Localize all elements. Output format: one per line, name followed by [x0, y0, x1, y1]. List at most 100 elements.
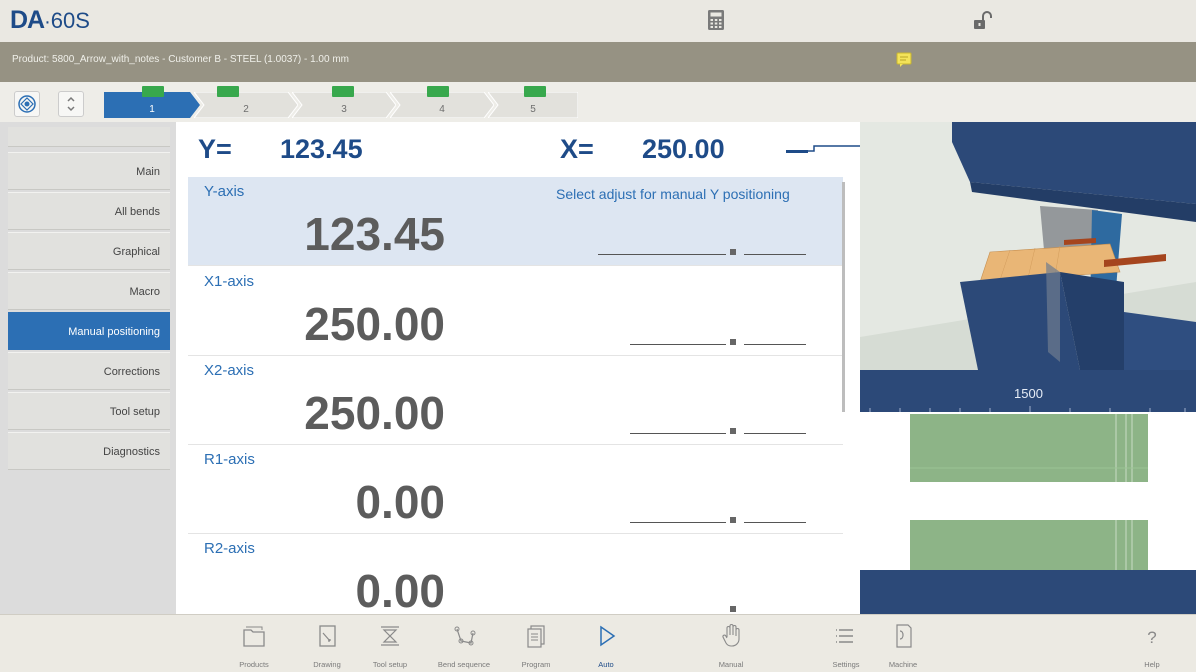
tool-setup-icon: [381, 626, 399, 646]
axis-value: 250.00: [304, 298, 445, 350]
unlock-icon[interactable]: [972, 10, 992, 32]
app-logo: DA·60S: [10, 6, 90, 35]
calculator-icon[interactable]: [707, 9, 725, 31]
svg-text:?: ?: [1147, 628, 1156, 647]
axis-label: X2-axis: [204, 362, 255, 379]
x-readout-label: X=: [560, 134, 594, 164]
sidebar-item-diagnostics[interactable]: Diagnostics: [8, 432, 170, 470]
axis-value: 0.00: [355, 476, 445, 528]
bend-ok-icon: [332, 86, 354, 97]
hand-icon: [722, 624, 740, 647]
sidebar-header: [8, 127, 170, 147]
nav-machine[interactable]: Machine: [875, 621, 931, 671]
machine-top-view[interactable]: 1500: [860, 370, 1196, 614]
nav-manual[interactable]: Manual: [703, 621, 759, 671]
axis-label: Y-axis: [204, 183, 245, 200]
nav-settings[interactable]: Settings: [818, 621, 874, 671]
product-bar: Product: 5800_Arrow_with_notes - Custome…: [0, 42, 1196, 82]
nav-label: Program: [521, 660, 551, 669]
machine-3d-view[interactable]: [860, 122, 1196, 370]
list-icon: [836, 629, 853, 643]
sidebar-item-tool-setup[interactable]: Tool setup: [8, 392, 170, 430]
nav-label: Tool setup: [372, 660, 408, 669]
machine-icon: [896, 624, 912, 648]
nav-tool-setup[interactable]: Tool setup: [362, 621, 418, 671]
axis-label: R2-axis: [204, 540, 255, 557]
nav-label: Products: [239, 660, 269, 669]
nav-label: Machine: [888, 660, 918, 669]
y-position-input[interactable]: [598, 229, 808, 263]
step-label: 4: [439, 104, 445, 115]
nav-auto[interactable]: Auto: [578, 621, 634, 671]
press-brake-3d-render: [860, 122, 1196, 370]
bend-ok-icon: [524, 86, 546, 97]
bend-step-4[interactable]: 4: [390, 86, 494, 118]
axis-label: X1-axis: [204, 273, 255, 290]
axis-value: 123.45: [304, 208, 445, 260]
y-readout-value: 123.45: [280, 134, 363, 164]
bend-step-1[interactable]: 1: [104, 86, 200, 118]
axis-label: R1-axis: [204, 451, 255, 468]
nav-program[interactable]: Program: [508, 621, 564, 671]
folder-icon: [243, 626, 265, 647]
r1-position-input[interactable]: [630, 497, 810, 531]
sidebar-item-graphical[interactable]: Graphical: [8, 232, 170, 270]
y-readout-label: Y=: [198, 134, 232, 164]
sidebar-item-macro[interactable]: Macro: [8, 272, 170, 310]
product-view-button[interactable]: [14, 91, 40, 117]
ruler-value: 1500: [1014, 386, 1043, 401]
bend-ok-icon: [217, 86, 239, 97]
bend-step-5[interactable]: 5: [488, 86, 578, 118]
bend-ok-icon: [142, 86, 164, 97]
nav-label: Drawing: [313, 660, 341, 669]
r2-position-input[interactable]: [630, 586, 810, 614]
step-label: 2: [243, 104, 249, 115]
note-icon[interactable]: [896, 52, 912, 68]
nav-drawing[interactable]: Drawing: [299, 621, 355, 671]
bend-step-3[interactable]: 3: [292, 86, 396, 118]
logo-brand: DA: [10, 6, 45, 34]
product-info: Product: 5800_Arrow_with_notes - Custome…: [12, 54, 349, 65]
step-scroll-button[interactable]: [58, 91, 84, 117]
axis-row-r1[interactable]: R1-axis 0.00: [188, 445, 843, 534]
sidebar-item-manual-positioning[interactable]: Manual positioning: [8, 312, 170, 350]
nav-products[interactable]: Products: [226, 621, 282, 671]
nav-label: Bend sequence: [437, 660, 491, 669]
x2-position-input[interactable]: [630, 408, 810, 442]
manual-positioning-panel: Y= 123.45 X= 250.00 Y-axis 123.45 Select…: [176, 122, 860, 614]
sidebar-item-all-bends[interactable]: All bends: [8, 192, 170, 230]
adjust-hint: Select adjust for manual Y positioning: [556, 186, 790, 202]
axis-row-x1[interactable]: X1-axis 250.00: [188, 267, 843, 356]
nav-bend-sequence[interactable]: Bend sequence: [436, 621, 492, 671]
nav-label: Manual: [718, 660, 744, 669]
play-icon: [600, 625, 616, 647]
top-view-render: [860, 370, 1196, 614]
bend-sequence-icon: [454, 626, 476, 646]
sidebar: Main All bends Graphical Macro Manual po…: [0, 122, 176, 614]
sidebar-item-main[interactable]: Main: [8, 152, 170, 190]
app-header: DA·60S: [0, 0, 1196, 42]
x1-position-input[interactable]: [630, 319, 810, 353]
nav-label: Auto: [598, 660, 614, 669]
axis-row-r2[interactable]: R2-axis 0.00: [188, 534, 843, 614]
step-label: 5: [530, 104, 536, 115]
axis-value: 250.00: [304, 387, 445, 439]
step-label: 1: [149, 104, 155, 115]
nav-help[interactable]: ? Help: [1124, 621, 1180, 671]
logo-separator: ·: [44, 11, 51, 33]
help-icon: ?: [1147, 628, 1156, 647]
drawing-icon: [319, 625, 336, 647]
sidebar-item-corrections[interactable]: Corrections: [8, 352, 170, 390]
bend-ok-icon: [427, 86, 449, 97]
x-readout-value: 250.00: [642, 134, 725, 164]
axis-value: 0.00: [355, 565, 445, 614]
step-label: 3: [341, 104, 347, 115]
axis-row-x2[interactable]: X2-axis 250.00: [188, 356, 843, 445]
bend-step-2[interactable]: 2: [194, 86, 298, 118]
nav-label: Help: [1144, 660, 1160, 669]
up-down-icon: [67, 96, 75, 112]
program-icon: [527, 625, 545, 648]
bend-step-bar: 1 2 3 4 5: [0, 82, 1196, 122]
backgauge-profile-icon: [786, 145, 860, 153]
scrollbar[interactable]: [842, 182, 845, 412]
